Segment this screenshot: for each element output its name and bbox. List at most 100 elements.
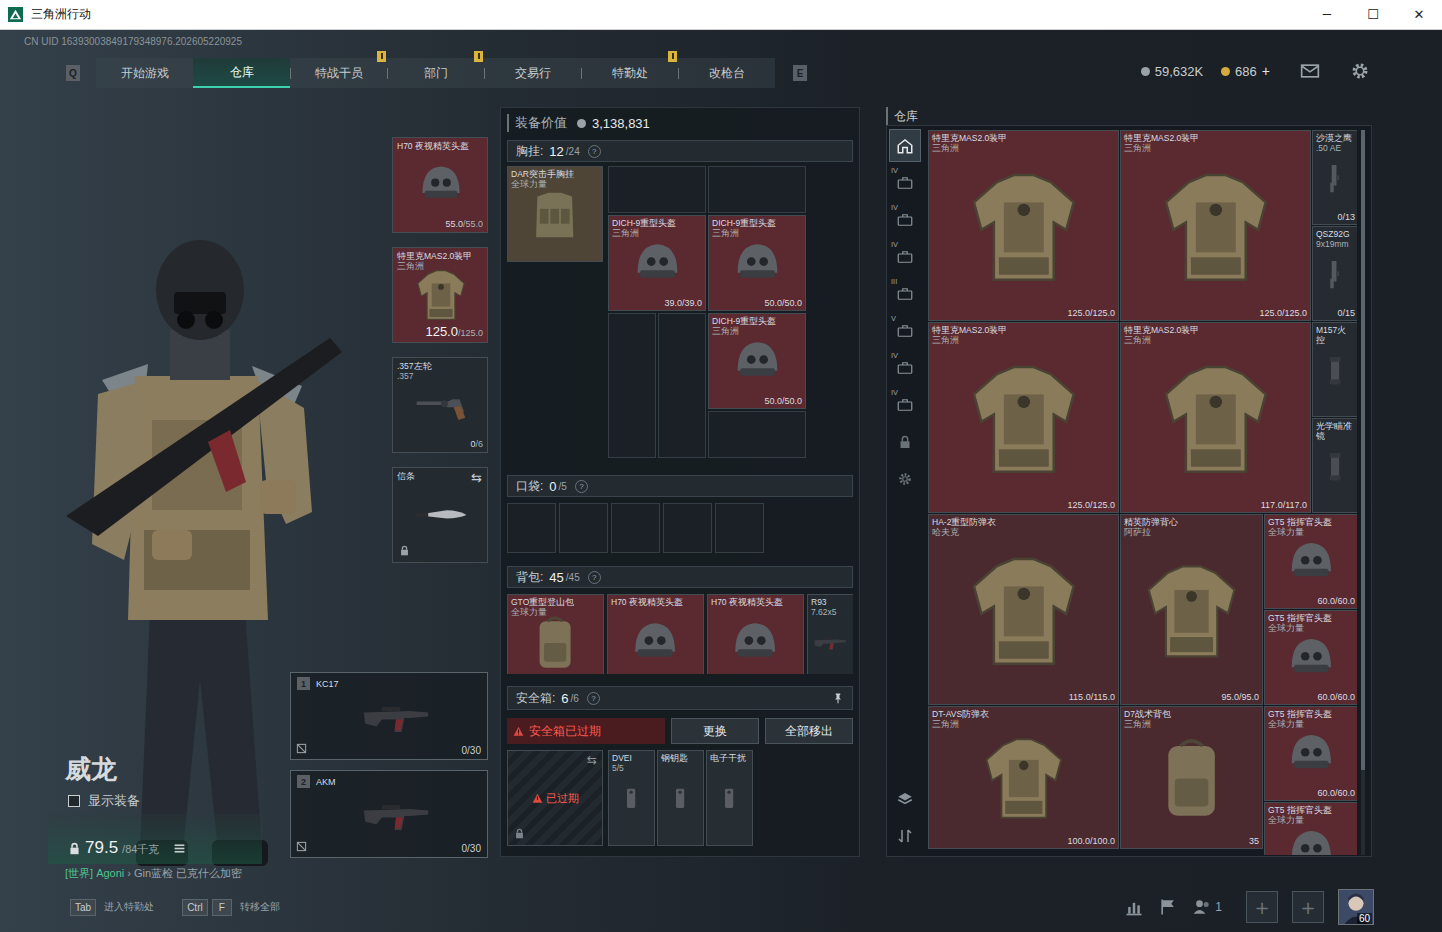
inventory-item[interactable]: GTO重型登山包全球力量	[507, 594, 604, 674]
warehouse-item[interactable]: QSZ92G9x19mm0/15	[1312, 226, 1357, 321]
nav-tab[interactable]: 部门	[387, 58, 484, 88]
nav-left-key[interactable]: Q	[66, 65, 80, 81]
warehouse-tab[interactable]: IV	[889, 166, 921, 199]
nav-tab[interactable]: 特勤处	[581, 58, 678, 88]
warehouse-item[interactable]: GT5 指挥官头盔全球力量60.0/60.0	[1264, 610, 1357, 705]
nav-tab[interactable]: 仓库	[193, 58, 290, 88]
safebox-item[interactable]: 钢钥匙	[657, 750, 704, 846]
warehouse-item[interactable]: GT5 指挥官头盔全球力量60.0/60.0	[1264, 706, 1357, 801]
warehouse-item[interactable]: M157火控	[1312, 322, 1357, 417]
warehouse-tab[interactable]: III	[889, 277, 921, 310]
safebox-button[interactable]: 更换	[671, 718, 759, 744]
settings-gear-icon[interactable]	[1350, 61, 1370, 81]
empty-slot[interactable]	[715, 503, 764, 553]
warehouse-tab[interactable]: IV	[889, 203, 921, 236]
weapon-name: AKM	[316, 777, 336, 787]
chest-rig-item[interactable]: DAR突击手胸挂全球力量	[507, 166, 603, 262]
warehouse-item[interactable]: HA-2重型防弹衣哈夫克115.0/115.0	[928, 514, 1119, 705]
window-control-button[interactable]: ☐	[1350, 0, 1396, 29]
player-avatar[interactable]: 60	[1338, 889, 1374, 925]
inventory-item[interactable]: H70 夜视精英头盔	[707, 594, 804, 674]
home-icon	[896, 137, 914, 155]
swap-button[interactable]: ⇆	[587, 753, 597, 767]
safebox-item[interactable]: DVEI5/5	[608, 750, 655, 846]
window-control-button[interactable]: ✕	[1396, 0, 1442, 29]
lock-icon	[896, 433, 914, 451]
list-icon[interactable]	[173, 842, 186, 855]
equipment-slot[interactable]: .357左轮.3570/6	[392, 357, 488, 453]
nav-tab[interactable]: 交易行	[484, 58, 581, 88]
empty-slot[interactable]	[559, 503, 608, 553]
nav-tab[interactable]: 特战干员	[290, 58, 387, 88]
empty-slot[interactable]	[507, 503, 556, 553]
empty-slot[interactable]	[658, 313, 706, 458]
warehouse-item[interactable]: 沙漠之鹰.50 AE0/13	[1312, 130, 1357, 225]
nav-tab[interactable]: 改枪台	[678, 58, 775, 88]
pin-icon[interactable]	[832, 692, 844, 704]
help-button[interactable]: ?	[588, 145, 601, 158]
nav-tab[interactable]: 开始游戏	[96, 58, 193, 88]
window-control-button[interactable]: ─	[1304, 0, 1350, 29]
scrollbar-thumb[interactable]	[1361, 130, 1365, 770]
empty-slot[interactable]	[663, 503, 712, 553]
help-button[interactable]: ?	[587, 692, 600, 705]
invite-slot-button[interactable]: +	[1292, 891, 1324, 923]
expired-safebox[interactable]: ⇆ 已过期	[507, 750, 603, 846]
warehouse-tab[interactable]	[889, 129, 921, 162]
weapon-slot[interactable]: 1KC170/30	[290, 672, 488, 760]
nav-right-key[interactable]: E	[793, 65, 807, 81]
weapon-slot[interactable]: 2AKM0/30	[290, 770, 488, 858]
chat-line[interactable]: [世界] Agoni› Gin蓝检 已克什么加密	[48, 866, 262, 880]
add-currency-button[interactable]: +	[1262, 63, 1270, 79]
inventory-item[interactable]: H70 夜视精英头盔	[607, 594, 704, 674]
safebox-item[interactable]: 电子干扰	[706, 750, 753, 846]
warehouse-scrollbar[interactable]	[1361, 130, 1365, 855]
help-button[interactable]: ?	[575, 480, 588, 493]
warehouse-item[interactable]: 特里克MAS2.0装甲三角洲117.0/117.0	[1120, 322, 1311, 513]
warehouse-tab[interactable]: IV	[889, 388, 921, 421]
key-hint[interactable]: CtrlF转移全部	[182, 899, 280, 916]
key-hint[interactable]: Tab进入特勤处	[70, 899, 154, 916]
warehouse-item[interactable]: 特里克MAS2.0装甲三角洲125.0/125.0	[928, 322, 1119, 513]
warehouse-tool[interactable]	[889, 819, 921, 852]
empty-slot[interactable]	[708, 166, 806, 213]
empty-slot[interactable]	[608, 313, 656, 458]
inventory-item[interactable]: R937.62x5	[807, 594, 853, 674]
equipment-slot[interactable]: H70 夜视精英头盔55.0/55.0	[392, 137, 488, 233]
warehouse-item[interactable]: GT5 指挥官头盔全球力量60.0/60.0	[1264, 514, 1357, 609]
warehouse-tab[interactable]: IV	[889, 240, 921, 273]
warehouse-tab[interactable]: IV	[889, 351, 921, 384]
warehouse-tool[interactable]	[889, 782, 921, 815]
invite-slot-button[interactable]: +	[1246, 891, 1278, 923]
warehouse-tab[interactable]: V	[889, 314, 921, 347]
safebox-button[interactable]: 全部移出	[765, 718, 853, 744]
friends-button[interactable]: 1	[1192, 897, 1222, 917]
equipment-slot[interactable]: 信条⇆	[392, 467, 488, 563]
inventory-item[interactable]: DICH-9重型头盔三角洲39.0/39.0	[608, 215, 706, 311]
warehouse-item[interactable]: GT5 指挥官头盔全球力量	[1264, 802, 1357, 855]
flag-icon[interactable]	[1158, 897, 1178, 917]
warehouse-item[interactable]: 光学瞄准镜	[1312, 418, 1357, 513]
checkbox-box[interactable]	[68, 795, 80, 807]
inventory-item[interactable]: DICH-9重型头盔三角洲50.0/50.0	[708, 215, 806, 311]
empty-slot[interactable]	[708, 411, 806, 458]
warehouse-item[interactable]: DT-AVS防弹衣三角洲100.0/100.0	[928, 706, 1119, 849]
empty-slot[interactable]	[608, 166, 706, 213]
empty-slot[interactable]	[611, 503, 660, 553]
warehouse-item[interactable]: D7战术背包三角洲35	[1120, 706, 1263, 849]
show-gear-checkbox[interactable]: 显示装备	[48, 792, 262, 810]
helmet-icon	[1276, 532, 1347, 593]
inventory-item[interactable]: DICH-9重型头盔三角洲50.0/50.0	[708, 313, 806, 409]
warehouse-item[interactable]: 特里克MAS2.0装甲三角洲125.0/125.0	[928, 130, 1119, 321]
stats-chart-icon[interactable]	[1124, 897, 1144, 917]
warehouse-item[interactable]: 精英防弹背心阿萨拉95.0/95.0	[1120, 514, 1263, 705]
swap-button[interactable]: ⇆	[471, 470, 482, 485]
warehouse-tab[interactable]	[889, 462, 921, 495]
mail-icon[interactable]	[1300, 61, 1320, 81]
warehouse-tab[interactable]	[889, 425, 921, 458]
help-button[interactable]: ?	[588, 571, 601, 584]
equipment-slot[interactable]: 特里克MAS2.0装甲三角洲125.0/125.0	[392, 247, 488, 343]
helmet-icon	[721, 331, 794, 393]
main-nav: Q 开始游戏仓库特战干员部门交易行特勤处改枪台 E	[66, 58, 807, 88]
warehouse-item[interactable]: 特里克MAS2.0装甲三角洲125.0/125.0	[1120, 130, 1311, 321]
